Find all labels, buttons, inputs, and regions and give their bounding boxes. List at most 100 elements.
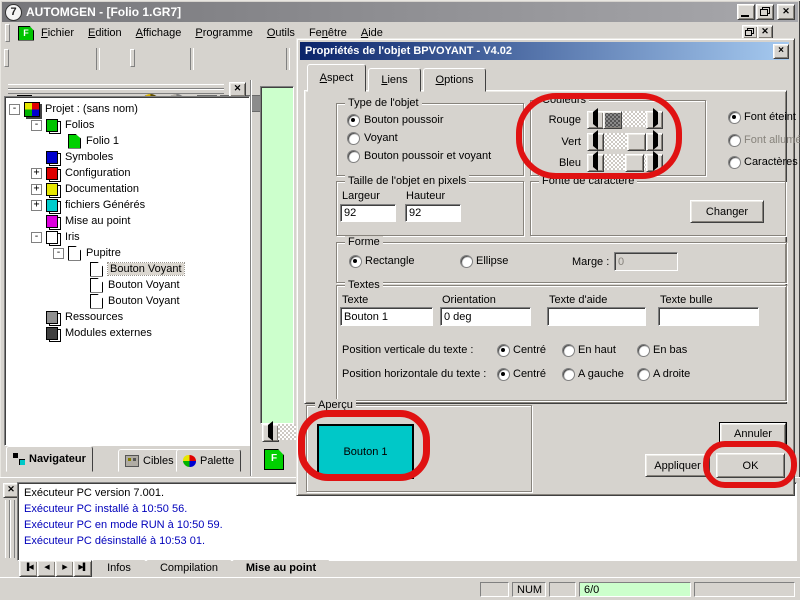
palette-icon xyxy=(183,455,196,467)
prev-tab-button[interactable]: ◀ xyxy=(37,560,56,577)
radio-font-allume[interactable] xyxy=(728,134,741,147)
texte-bulle-input[interactable] xyxy=(658,307,759,326)
dialog-title-bar[interactable]: Propriétés de l'objet BPVOYANT - V4.02 xyxy=(300,42,789,60)
radio-voyant[interactable] xyxy=(347,132,360,145)
mdi-restore-button[interactable] xyxy=(742,25,758,39)
menu-item-edition[interactable]: Edition xyxy=(81,24,129,42)
largeur-input[interactable] xyxy=(340,204,396,222)
expand-icon[interactable]: + xyxy=(31,184,42,195)
toolbar-grip-2[interactable] xyxy=(130,49,135,67)
radio-bouton-poussoir[interactable] xyxy=(347,114,360,127)
menu-item-affichage[interactable]: Affichage xyxy=(129,24,189,42)
tab-infos[interactable]: Infos xyxy=(93,560,145,576)
window-title: AUTOMGEN - [Folio 1.GR7] xyxy=(26,5,181,19)
appliquer-button[interactable]: Appliquer xyxy=(645,454,710,477)
tree-item-mise-au-point[interactable]: Mise au point xyxy=(31,213,130,229)
hauteur-input[interactable] xyxy=(405,204,461,222)
mdi-close-button[interactable]: ✕ xyxy=(757,25,773,39)
collapse-icon[interactable]: - xyxy=(53,248,64,259)
orientation-input[interactable] xyxy=(440,307,531,326)
rouge-thumb[interactable] xyxy=(603,111,622,129)
radio-en-haut[interactable] xyxy=(562,344,575,357)
dialog-close-button[interactable]: × xyxy=(773,44,789,59)
first-tab-button[interactable]: ▐◀ xyxy=(19,560,38,577)
radio-ellipse[interactable] xyxy=(460,255,473,268)
hscroll-left-button[interactable] xyxy=(262,424,279,442)
vert-slider[interactable] xyxy=(587,133,663,149)
minimize-button[interactable] xyxy=(737,4,755,20)
radio-horizontal-centre[interactable] xyxy=(497,368,510,381)
last-tab-button[interactable]: ▶▌ xyxy=(73,560,92,577)
bleu-slider[interactable] xyxy=(587,154,663,170)
title-bar[interactable]: 7 AUTOMGEN - [Folio 1.GR7] ✕ xyxy=(2,2,798,22)
hscroll-track[interactable] xyxy=(278,424,296,440)
stack-yellow-icon xyxy=(46,183,60,196)
tree-item-folio-1[interactable]: Folio 1 xyxy=(53,133,119,149)
changer-button[interactable]: Changer xyxy=(690,200,764,223)
tree-item-pupitre[interactable]: -Pupitre xyxy=(53,245,121,261)
vert-left-arrow[interactable] xyxy=(587,133,604,151)
collapse-icon[interactable]: - xyxy=(31,232,42,243)
tree-item-symboles[interactable]: Symboles xyxy=(31,149,113,165)
tree-item-bouton-voyant-2[interactable]: Bouton Voyant xyxy=(75,277,180,293)
ok-button[interactable]: OK xyxy=(716,453,785,478)
bleu-left-arrow[interactable] xyxy=(587,154,604,172)
radio-font-eteint[interactable] xyxy=(728,111,741,124)
radio-a-gauche[interactable] xyxy=(562,368,575,381)
texte-input[interactable] xyxy=(340,307,433,326)
marge-input xyxy=(614,252,678,271)
menu-item-programme[interactable]: Programme xyxy=(188,24,259,42)
stack-magenta-icon xyxy=(46,215,60,228)
tab-navigateur[interactable]: Navigateur xyxy=(6,446,93,472)
annuler-button[interactable]: Annuler xyxy=(720,423,786,445)
radio-bouton-poussoir-et-voyant[interactable] xyxy=(347,150,360,163)
folio-page-icon[interactable]: F xyxy=(264,449,284,470)
bleu-right-arrow[interactable] xyxy=(646,154,663,172)
menu-grip[interactable] xyxy=(5,24,10,42)
rouge-slider[interactable] xyxy=(587,111,663,127)
menu-item-fichier[interactable]: Fichier xyxy=(34,24,81,42)
close-button[interactable]: ✕ xyxy=(777,4,795,20)
bleu-thumb[interactable] xyxy=(625,154,644,172)
automgen-window: 7 AUTOMGEN - [Folio 1.GR7] ✕ F Fichier E… xyxy=(0,0,800,600)
tree-item-projet[interactable]: -Projet : (sans nom) xyxy=(9,101,138,117)
collapse-icon[interactable]: - xyxy=(31,120,42,131)
dialog-title: Propriétés de l'objet BPVOYANT - V4.02 xyxy=(305,45,512,57)
tab-options[interactable]: Options xyxy=(423,68,486,92)
stack-cyan-icon xyxy=(46,199,60,212)
tree-item-ressources[interactable]: Ressources xyxy=(31,309,123,325)
folio-canvas[interactable] xyxy=(260,86,294,424)
project-tree: -Projet : (sans nom) -Folios Folio 1 Sym… xyxy=(4,96,250,446)
rouge-left-arrow[interactable] xyxy=(587,111,604,129)
radio-en-bas[interactable] xyxy=(637,344,650,357)
expand-icon[interactable]: + xyxy=(31,200,42,211)
tab-cibles[interactable]: Cibles xyxy=(118,449,181,472)
tree-item-iris[interactable]: -Iris xyxy=(31,229,80,245)
radio-a-droite[interactable] xyxy=(637,368,650,381)
tab-aspect[interactable]: Aspect xyxy=(307,64,366,92)
vert-thumb[interactable] xyxy=(627,133,646,151)
restore-button[interactable] xyxy=(756,4,774,20)
texte-aide-input[interactable] xyxy=(547,307,646,326)
expand-icon[interactable]: + xyxy=(31,168,42,179)
tree-item-folios[interactable]: -Folios xyxy=(31,117,94,133)
tree-item-bouton-voyant-3[interactable]: Bouton Voyant xyxy=(75,293,180,309)
tree-item-documentation[interactable]: +Documentation xyxy=(31,181,139,197)
tree-item-fichiers-generes[interactable]: +fichiers Générés xyxy=(31,197,145,213)
toolbar-grip[interactable] xyxy=(4,49,9,67)
next-tab-button[interactable]: ▶ xyxy=(55,560,74,577)
rouge-right-arrow[interactable] xyxy=(646,111,663,129)
panel-close-button[interactable]: ✕ xyxy=(229,82,246,97)
tab-compilation[interactable]: Compilation xyxy=(147,560,231,576)
tree-item-bouton-voyant-1[interactable]: Bouton Voyant xyxy=(75,261,184,277)
collapse-icon[interactable]: - xyxy=(9,104,20,115)
tab-palette[interactable]: Palette xyxy=(176,449,241,472)
radio-caracteres[interactable] xyxy=(728,156,741,169)
radio-vertical-centre[interactable] xyxy=(497,344,510,357)
tab-liens[interactable]: Liens xyxy=(368,68,421,92)
tree-item-modules-externes[interactable]: Modules externes xyxy=(31,325,152,341)
tab-mise-au-point[interactable]: Mise au point xyxy=(233,560,329,576)
tree-item-configuration[interactable]: +Configuration xyxy=(31,165,130,181)
vert-right-arrow[interactable] xyxy=(646,133,663,151)
radio-rectangle[interactable] xyxy=(349,255,362,268)
